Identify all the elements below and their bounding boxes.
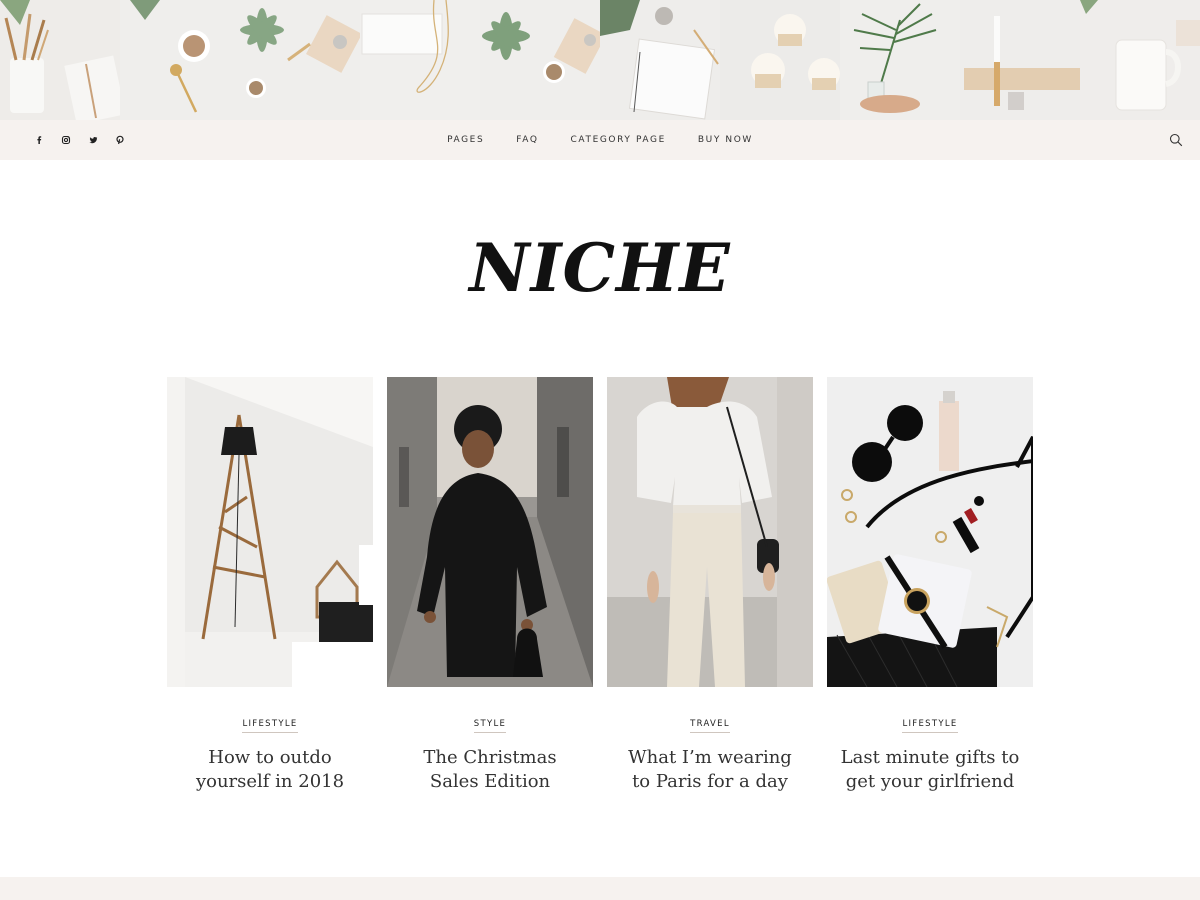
feed-photo[interactable] — [1080, 0, 1200, 120]
post-image[interactable] — [167, 377, 373, 687]
feed-photo[interactable] — [120, 0, 240, 120]
post-category[interactable]: LIFESTYLE — [242, 719, 298, 733]
feed-photo[interactable] — [840, 0, 960, 120]
search-icon[interactable] — [1169, 133, 1183, 147]
feed-photo[interactable] — [240, 0, 360, 120]
menu-item-category-page[interactable]: CATEGORY PAGE — [555, 135, 682, 145]
main-menu: PAGES FAQ CATEGORY PAGE BUY NOW — [0, 120, 1200, 160]
menu-item-pages[interactable]: PAGES — [431, 135, 500, 145]
post-image[interactable] — [387, 377, 593, 687]
photo-strip — [0, 0, 1200, 120]
feed-photo[interactable] — [360, 0, 480, 120]
post-title[interactable]: What I’m wearing to Paris for a day — [607, 746, 813, 794]
feed-photo[interactable] — [0, 0, 120, 120]
post-card[interactable]: LIFESTYLE Last minute gifts to get your … — [827, 377, 1033, 794]
post-category[interactable]: TRAVEL — [690, 719, 730, 733]
post-category[interactable]: STYLE — [473, 719, 507, 733]
post-card[interactable]: LIFESTYLE How to outdo yourself in 2018 — [167, 377, 373, 794]
post-title[interactable]: How to outdo yourself in 2018 — [167, 746, 373, 794]
menu-item-faq[interactable]: FAQ — [500, 135, 554, 145]
post-card[interactable]: STYLE The Christmas Sales Edition — [387, 377, 593, 794]
feed-photo[interactable] — [600, 0, 720, 120]
feed-photo[interactable] — [480, 0, 600, 120]
menu-item-buy-now[interactable]: BUY NOW — [682, 135, 769, 145]
post-title[interactable]: Last minute gifts to get your girlfriend — [827, 746, 1033, 794]
navbar: PAGES FAQ CATEGORY PAGE BUY NOW — [0, 120, 1200, 160]
post-image[interactable] — [827, 377, 1033, 687]
post-card[interactable]: TRAVEL What I’m wearing to Paris for a d… — [607, 377, 813, 794]
post-title[interactable]: The Christmas Sales Edition — [387, 746, 593, 794]
feed-photo[interactable] — [960, 0, 1080, 120]
site-logo[interactable]: NICHE — [0, 228, 1200, 308]
footer-band — [0, 877, 1200, 900]
feed-photo[interactable] — [720, 0, 840, 120]
post-image[interactable] — [607, 377, 813, 687]
post-category[interactable]: LIFESTYLE — [902, 719, 958, 733]
post-grid: LIFESTYLE How to outdo yourself in 2018 … — [167, 377, 1033, 794]
